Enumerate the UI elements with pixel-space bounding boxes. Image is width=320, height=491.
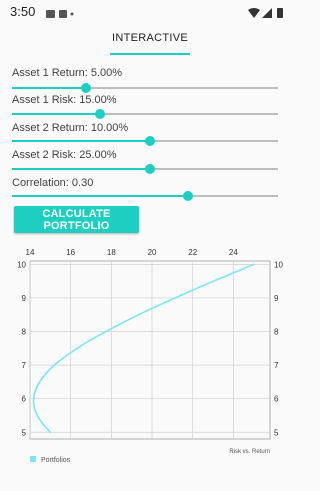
asset2-risk-slider[interactable] bbox=[12, 163, 278, 175]
slider-thumb[interactable] bbox=[145, 136, 156, 146]
battery-icon bbox=[277, 8, 283, 18]
y-tick-label-right: 8 bbox=[274, 328, 279, 337]
data-point bbox=[234, 271, 237, 273]
tab-interactive[interactable]: INTERACTIVE bbox=[100, 24, 200, 54]
y-tick-label-left: 8 bbox=[22, 328, 27, 337]
slider-thumb[interactable] bbox=[94, 109, 105, 119]
data-point bbox=[147, 309, 150, 311]
legend-label: Portfolios bbox=[41, 457, 71, 464]
slider-fill bbox=[12, 195, 188, 197]
tab-bar: INTERACTIVE bbox=[0, 24, 300, 55]
correlation-label: Correlation: 0.30 bbox=[12, 177, 94, 189]
system-icons bbox=[248, 6, 290, 24]
data-point bbox=[181, 294, 183, 296]
y-tick-label-left: 6 bbox=[22, 395, 27, 404]
slider-thumb[interactable] bbox=[145, 164, 156, 174]
wifi-icon bbox=[248, 8, 260, 18]
x-tick-label: 24 bbox=[229, 248, 238, 257]
y-tick-label-right: 9 bbox=[274, 294, 279, 303]
slider-fill bbox=[12, 87, 87, 89]
data-point bbox=[33, 408, 36, 411]
y-tick-label-right: 5 bbox=[274, 428, 279, 437]
slider-fill bbox=[12, 140, 151, 142]
data-point bbox=[131, 316, 134, 319]
data-point bbox=[40, 377, 43, 380]
y-tick-label-left: 10 bbox=[17, 260, 26, 269]
media-notification-icon bbox=[46, 10, 55, 18]
risk-return-chart: 14 16 18 20 22 24 5 5 6 6 7 7 8 8 9 9 10 10 Risk vs. Retu… bbox=[17, 248, 283, 464]
data-point bbox=[47, 370, 50, 373]
asset1-risk-slider[interactable] bbox=[12, 108, 278, 120]
slider-fill bbox=[12, 168, 151, 170]
data-point bbox=[101, 332, 104, 335]
asset1-risk-label: Asset 1 Risk: 15.00% bbox=[12, 94, 117, 106]
status-dot-icon bbox=[70, 12, 74, 16]
data-point bbox=[163, 301, 166, 304]
x-tick-label: 14 bbox=[26, 248, 35, 257]
data-point bbox=[49, 431, 52, 434]
data-point bbox=[37, 416, 40, 419]
status-bar: 3:50 bbox=[0, 0, 300, 24]
app-notification-icon bbox=[59, 10, 67, 18]
data-point bbox=[116, 324, 119, 327]
data-point bbox=[55, 362, 58, 365]
status-time: 3:50 bbox=[10, 4, 36, 19]
y-tick-label-left: 9 bbox=[22, 294, 27, 303]
asset2-risk-label: Asset 2 Risk: 25.00% bbox=[12, 149, 117, 161]
data-point bbox=[36, 385, 38, 388]
data-point bbox=[252, 263, 255, 266]
asset2-return-slider[interactable] bbox=[12, 135, 278, 147]
asset1-return-label: Asset 1 Return: 5.00% bbox=[12, 67, 123, 79]
data-point bbox=[76, 347, 79, 350]
y-tick-label-right: 6 bbox=[274, 395, 279, 404]
data-point bbox=[216, 278, 219, 281]
x-tick-label: 20 bbox=[148, 248, 157, 257]
signal-icon bbox=[262, 8, 272, 18]
slider-thumb[interactable] bbox=[81, 83, 92, 93]
y-tick-label-right: 7 bbox=[274, 361, 279, 370]
x-tick-label: 18 bbox=[107, 248, 116, 257]
data-point bbox=[33, 393, 36, 395]
chart-corner-label: Risk vs. Return bbox=[229, 449, 270, 455]
data-point bbox=[88, 339, 91, 342]
plot-area bbox=[29, 260, 271, 440]
calculate-portfolio-button[interactable]: CALCULATE PORTFOLIO bbox=[14, 206, 139, 233]
tab-indicator bbox=[110, 53, 190, 55]
legend-swatch bbox=[30, 456, 36, 462]
y-tick-label-right: 10 bbox=[274, 260, 283, 269]
asset2-return-label: Asset 2 Return: 10.00% bbox=[12, 122, 129, 134]
data-point bbox=[198, 286, 201, 289]
data-point bbox=[42, 423, 45, 426]
data-point bbox=[32, 400, 35, 403]
x-tick-label: 22 bbox=[188, 248, 197, 257]
slider-fill bbox=[12, 113, 100, 115]
asset1-return-slider[interactable] bbox=[12, 82, 278, 94]
x-tick-label: 16 bbox=[66, 248, 75, 257]
slider-thumb[interactable] bbox=[182, 191, 193, 201]
correlation-slider[interactable] bbox=[12, 190, 278, 202]
data-point bbox=[65, 355, 67, 357]
notification-icons bbox=[46, 6, 76, 24]
y-tick-label-left: 5 bbox=[22, 428, 27, 437]
y-tick-label-left: 7 bbox=[22, 361, 27, 370]
